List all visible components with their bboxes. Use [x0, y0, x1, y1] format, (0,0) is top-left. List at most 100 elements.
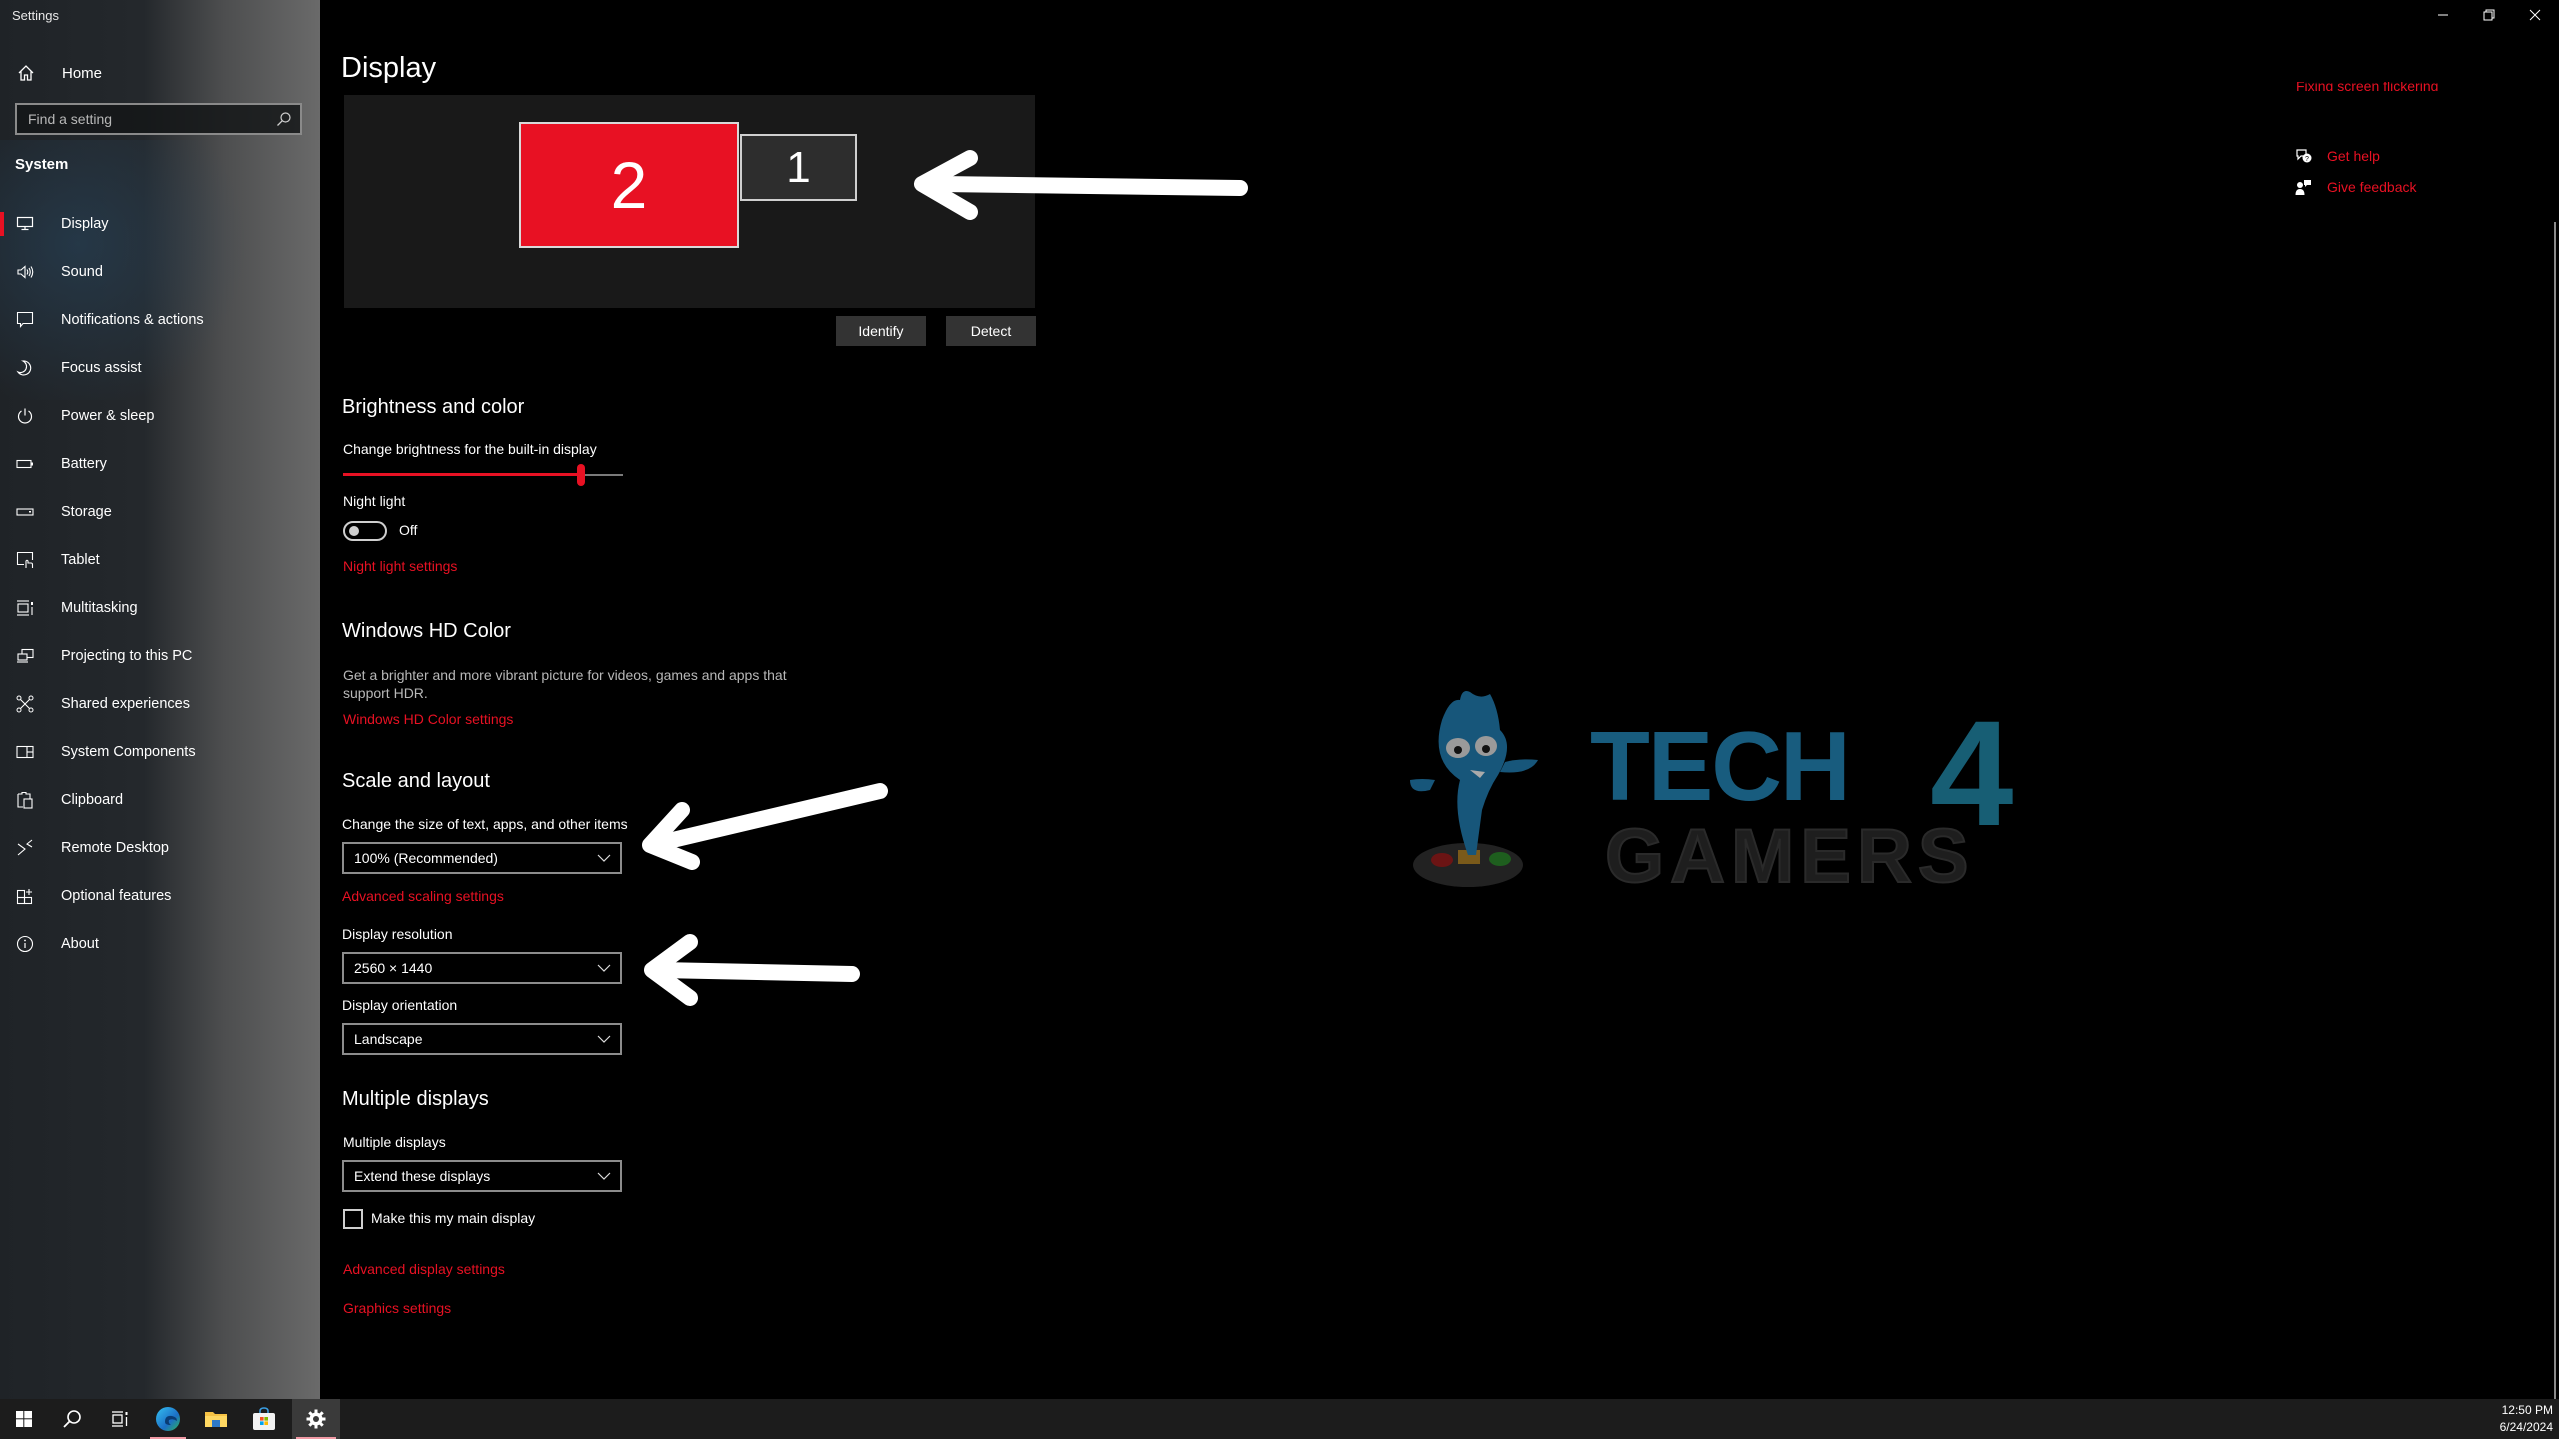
- section-label-system: System: [15, 156, 69, 173]
- night-light-settings-link[interactable]: Night light settings: [343, 558, 457, 574]
- resolution-value: 2560 × 1440: [354, 960, 433, 976]
- orientation-dropdown[interactable]: Landscape: [342, 1023, 622, 1055]
- restore-button[interactable]: [2466, 0, 2512, 30]
- vertical-scrollbar[interactable]: [2554, 222, 2556, 1399]
- file-explorer-taskbar-button[interactable]: [194, 1399, 238, 1439]
- svg-text:?: ?: [2305, 156, 2309, 163]
- close-button[interactable]: [2512, 0, 2558, 30]
- give-feedback-label: Give feedback: [2327, 179, 2417, 195]
- main-display-checkbox-label[interactable]: Make this my main display: [371, 1210, 535, 1226]
- annotation-arrow-resolution: [644, 934, 860, 1006]
- sidebar-item-label: Shared experiences: [61, 696, 190, 712]
- sidebar-item-label: Optional features: [61, 888, 172, 904]
- folder-icon: [205, 1412, 227, 1427]
- clock-date: 6/24/2024: [2499, 1420, 2553, 1434]
- sidebar-item-storage[interactable]: Storage: [0, 488, 320, 536]
- multiple-displays-dropdown[interactable]: Extend these displays: [342, 1160, 622, 1192]
- search-input[interactable]: [17, 105, 268, 133]
- sidebar-item-optional-features[interactable]: Optional features: [0, 872, 320, 920]
- task-view-icon: [112, 1411, 128, 1427]
- multiple-displays-heading: Multiple displays: [342, 1088, 489, 1110]
- hd-color-heading: Windows HD Color: [342, 620, 511, 642]
- sidebar-item-label: Power & sleep: [61, 408, 155, 424]
- give-feedback-link[interactable]: Give feedback: [2295, 179, 2417, 195]
- monitor-icon: [15, 214, 35, 234]
- settings-taskbar-button[interactable]: [292, 1399, 340, 1439]
- sidebar-item-label: Focus assist: [61, 360, 142, 376]
- multiple-displays-value: Extend these displays: [354, 1168, 491, 1184]
- graphics-settings-link[interactable]: Graphics settings: [343, 1300, 451, 1316]
- chevron-down-icon: [597, 854, 611, 862]
- window-title: Settings: [12, 8, 59, 23]
- hd-color-settings-link[interactable]: Windows HD Color settings: [343, 711, 513, 727]
- sidebar-item-shared-experiences[interactable]: Shared experiences: [0, 680, 320, 728]
- sidebar-item-label: Display: [61, 216, 109, 232]
- optional-icon: [15, 886, 35, 906]
- restore-icon: [2483, 9, 2495, 21]
- minimize-button[interactable]: [2420, 0, 2466, 30]
- sidebar-item-label: Multitasking: [61, 600, 138, 616]
- sidebar-item-label: Battery: [61, 456, 107, 472]
- sidebar-item-remote-desktop[interactable]: Remote Desktop: [0, 824, 320, 872]
- identify-button[interactable]: Identify: [836, 316, 926, 346]
- monitor-2[interactable]: 2: [519, 122, 739, 248]
- get-help-label: Get help: [2327, 148, 2380, 164]
- watermark-gamers: GAMERS: [1605, 814, 1975, 899]
- brightness-slider[interactable]: [343, 462, 623, 488]
- night-light-toggle[interactable]: [343, 521, 387, 541]
- sidebar-item-projecting[interactable]: Projecting to this PC: [0, 632, 320, 680]
- sidebar-item-about[interactable]: About: [0, 920, 320, 968]
- advanced-scaling-link[interactable]: Advanced scaling settings: [342, 888, 504, 904]
- home-link[interactable]: Home: [16, 60, 102, 86]
- slider-thumb[interactable]: [577, 464, 585, 486]
- detect-button[interactable]: Detect: [946, 316, 1036, 346]
- task-view-button[interactable]: [96, 1399, 144, 1439]
- info-icon: [15, 934, 35, 954]
- sidebar-item-display[interactable]: Display: [0, 200, 320, 248]
- edge-taskbar-button[interactable]: [146, 1399, 190, 1439]
- store-taskbar-button[interactable]: [242, 1399, 286, 1439]
- sidebar-item-label: Clipboard: [61, 792, 124, 808]
- multiple-displays-label: Multiple displays: [343, 1134, 446, 1150]
- sidebar-item-tablet[interactable]: Tablet: [0, 536, 320, 584]
- toggle-knob: [349, 526, 359, 536]
- sidebar-item-label: About: [61, 936, 99, 952]
- sidebar-item-label: Notifications & actions: [61, 312, 204, 328]
- brightness-heading: Brightness and color: [342, 396, 525, 418]
- search-icon[interactable]: [276, 111, 292, 127]
- chevron-down-icon: [597, 1172, 611, 1180]
- resolution-dropdown[interactable]: 2560 × 1440: [342, 952, 622, 984]
- sidebar-item-focus-assist[interactable]: Focus assist: [0, 344, 320, 392]
- shared-icon: [15, 694, 35, 714]
- edge-icon: [156, 1407, 180, 1431]
- clock-time: 12:50 PM: [2501, 1403, 2553, 1417]
- monitor-1[interactable]: 1: [740, 134, 857, 201]
- sidebar-item-label: Storage: [61, 504, 112, 520]
- sidebar-item-power-sleep[interactable]: Power & sleep: [0, 392, 320, 440]
- sidebar-item-label: Projecting to this PC: [61, 648, 193, 664]
- windows-logo-icon: [16, 1411, 32, 1427]
- start-button[interactable]: [0, 1399, 48, 1439]
- advanced-display-settings-link[interactable]: Advanced display settings: [343, 1261, 505, 1277]
- get-help-link[interactable]: ? Get help: [2295, 148, 2380, 164]
- scale-dropdown[interactable]: 100% (Recommended): [342, 842, 622, 874]
- power-icon: [15, 406, 35, 426]
- taskbar-search-button[interactable]: [48, 1399, 96, 1439]
- sidebar-item-notifications[interactable]: Notifications & actions: [0, 296, 320, 344]
- sidebar-item-label: System Components: [61, 744, 196, 760]
- night-light-label: Night light: [343, 493, 406, 509]
- search-box[interactable]: [15, 103, 302, 135]
- close-icon: [2529, 9, 2541, 21]
- scale-size-label: Change the size of text, apps, and other…: [342, 816, 628, 832]
- fixing-screen-flickering-link[interactable]: Fixing screen flickering: [2296, 82, 2438, 91]
- sidebar-item-clipboard[interactable]: Clipboard: [0, 776, 320, 824]
- monitor-1-number: 1: [786, 142, 811, 192]
- resolution-label: Display resolution: [342, 926, 453, 942]
- sidebar-item-system-components[interactable]: System Components: [0, 728, 320, 776]
- chevron-down-icon: [597, 1035, 611, 1043]
- sidebar-item-battery[interactable]: Battery: [0, 440, 320, 488]
- system-clock[interactable]: 12:50 PM 6/24/2024: [2500, 1402, 2553, 1436]
- sidebar-item-multitasking[interactable]: Multitasking: [0, 584, 320, 632]
- sidebar-item-sound[interactable]: Sound: [0, 248, 320, 296]
- main-display-checkbox[interactable]: [343, 1209, 363, 1229]
